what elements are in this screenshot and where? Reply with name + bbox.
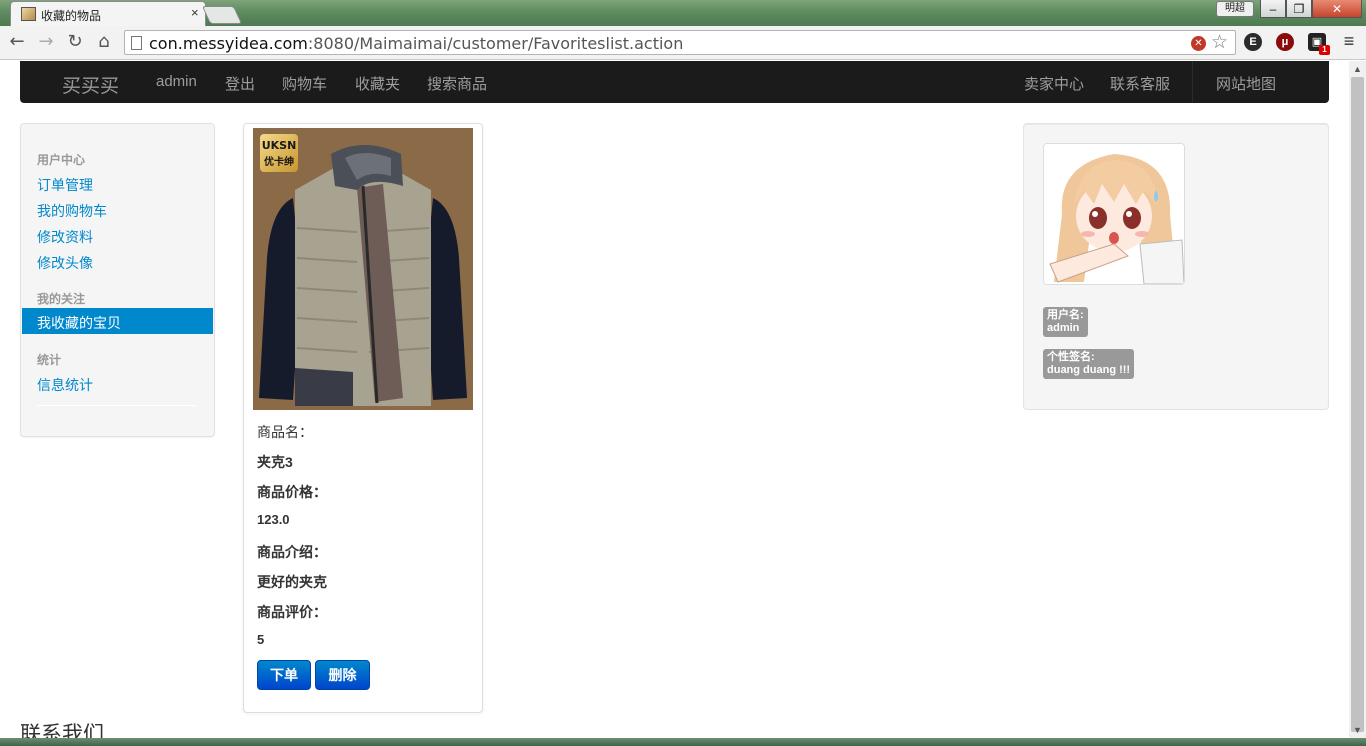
maximize-button[interactable]: ❐ (1286, 0, 1312, 18)
nav-search-products[interactable]: 搜索商品 (427, 73, 487, 94)
nav-logout[interactable]: 登出 (225, 73, 255, 94)
browser-titlebar: 收藏的物品 × 明超 – ❐ ✕ (0, 0, 1366, 26)
new-tab-button[interactable] (201, 6, 243, 24)
product-desc-label: 商品介绍： (257, 544, 327, 560)
signature-badge: 个性签名: duang duang !!! (1043, 349, 1135, 379)
ublock-extension-icon[interactable]: μ (1276, 33, 1294, 51)
tab-close-icon[interactable]: × (191, 5, 199, 20)
sidebar-item-statistics[interactable]: 信息统计 (37, 375, 93, 395)
minimize-button[interactable]: – (1260, 0, 1286, 18)
navbar-divider (1192, 61, 1193, 103)
sidebar-item-edit-avatar[interactable]: 修改头像 (37, 253, 93, 273)
sidebar-item-favorites[interactable]: 我收藏的宝贝 (22, 308, 213, 334)
close-window-button[interactable]: ✕ (1312, 0, 1362, 18)
page-icon (131, 36, 142, 50)
blocked-content-icon[interactable]: ✕ (1191, 36, 1206, 51)
nav-admin[interactable]: admin (156, 73, 197, 90)
os-taskbar (0, 738, 1366, 746)
avatar[interactable] (1043, 143, 1185, 285)
nav-customer-service[interactable]: 联系客服 (1110, 73, 1170, 94)
reload-icon[interactable]: ↻ (63, 30, 87, 54)
favorite-product-card: UKSN 优卡绅 商品名： 夹克3 商品价格： 123.0 商品介绍： 更好的夹… (243, 123, 483, 713)
nav-cart[interactable]: 购物车 (282, 73, 327, 94)
product-name-label: 商品名： (257, 424, 313, 440)
profile-chip[interactable]: 明超 (1216, 1, 1254, 17)
sidebar-header-user-center: 用户中心 (37, 153, 86, 167)
user-profile-panel: 用户名: admin 个性签名: duang duang !!! (1023, 123, 1329, 410)
page-favicon-icon (21, 7, 36, 21)
order-button[interactable]: 下单 (257, 660, 311, 690)
page-scrollbar[interactable]: ▲ ▼ (1349, 61, 1366, 738)
user-sidebar: 用户中心 订单管理 我的购物车 修改资料 修改头像 我的关注 我收藏的宝贝 统计… (20, 123, 215, 437)
product-rating: 5 (257, 632, 265, 647)
back-arrow-icon[interactable]: ← (5, 30, 29, 54)
delete-button[interactable]: 删除 (315, 660, 370, 690)
browser-toolbar: ← → ↻ ⌂ con.messyidea.com:8080/Maimaimai… (0, 26, 1366, 60)
bookmark-star-icon[interactable]: ☆ (1211, 31, 1228, 54)
product-price: 123.0 (257, 512, 290, 527)
address-bar[interactable]: con.messyidea.com:8080/Maimaimai/custome… (124, 30, 1236, 55)
sidebar-header-stats: 统计 (37, 353, 62, 367)
anime-avatar-image (1044, 144, 1184, 284)
product-price-label: 商品价格： (257, 484, 327, 500)
sidebar-item-edit-profile[interactable]: 修改资料 (37, 227, 93, 247)
screenshot-extension-icon[interactable]: ▣ 1 (1308, 33, 1330, 55)
sidebar-item-label: 我收藏的宝贝 (37, 315, 121, 331)
scroll-down-icon[interactable]: ▼ (1349, 722, 1366, 738)
nav-seller-center[interactable]: 卖家中心 (1024, 73, 1084, 94)
brand-logo-icon: UKSN 优卡绅 (260, 134, 298, 172)
product-rating-label: 商品评价： (257, 604, 327, 620)
sidebar-divider (37, 405, 197, 406)
sidebar-item-orders[interactable]: 订单管理 (37, 175, 93, 195)
site-brand[interactable]: 买买买 (62, 71, 119, 98)
evernote-extension-icon[interactable]: E (1244, 33, 1262, 51)
nav-favorites[interactable]: 收藏夹 (355, 73, 400, 94)
browser-tab[interactable]: 收藏的物品 × (10, 1, 206, 26)
product-description: 更好的夹克 (257, 574, 327, 590)
product-name: 夹克3 (257, 454, 293, 470)
tab-title: 收藏的物品 (41, 9, 102, 23)
window-controls: – ❐ ✕ (1260, 0, 1363, 19)
sidebar-item-cart[interactable]: 我的购物车 (37, 201, 107, 221)
url-text[interactable]: con.messyidea.com:8080/Maimaimai/custome… (149, 34, 683, 53)
product-image[interactable]: UKSN 优卡绅 (253, 128, 473, 410)
scroll-up-icon[interactable]: ▲ (1349, 61, 1366, 77)
username-badge: 用户名: admin (1043, 307, 1088, 337)
extension-badge: 1 (1319, 45, 1330, 55)
home-icon[interactable]: ⌂ (92, 30, 116, 54)
sidebar-header-follows: 我的关注 (37, 292, 86, 306)
browser-menu-icon[interactable]: ≡ (1340, 32, 1358, 51)
forward-arrow-icon[interactable]: → (34, 30, 58, 54)
scroll-thumb[interactable] (1351, 77, 1364, 732)
site-navbar: 买买买 admin 登出 购物车 收藏夹 搜索商品 卖家中心 联系客服 网站地图 (20, 61, 1329, 103)
nav-site-map[interactable]: 网站地图 (1216, 73, 1276, 94)
